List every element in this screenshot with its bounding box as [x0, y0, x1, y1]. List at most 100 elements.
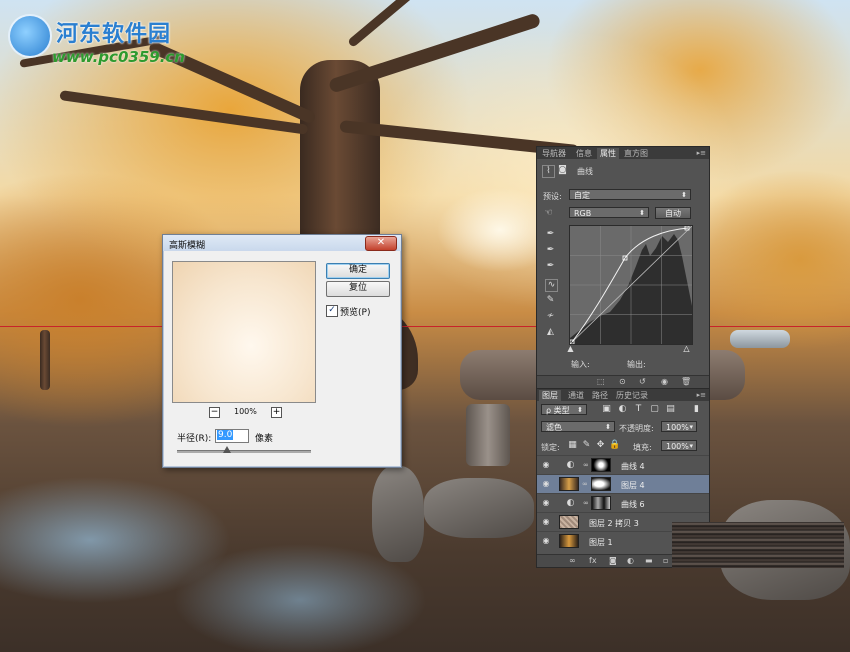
chain-link-icon[interactable]: ∞ [583, 499, 589, 507]
blend-mode-dropdown[interactable]: 滤色 ⬍ [541, 421, 615, 432]
radius-label: 半径(R): [177, 434, 212, 444]
output-label: 输出: [627, 360, 646, 369]
tab-properties[interactable]: 属性 [597, 148, 619, 159]
properties-tabbar: 导航器 信息 属性 直方图 ▸≡ [537, 147, 709, 159]
tab-channels[interactable]: 通道 [565, 390, 587, 401]
layer-style-icon[interactable]: fx [589, 556, 597, 565]
tab-history[interactable]: 历史记录 [613, 390, 651, 401]
mask-icon[interactable]: ◙ [557, 165, 568, 176]
layer-name[interactable]: 图层 4 [621, 480, 645, 491]
dialog-titlebar[interactable]: 高斯模糊 ✕ [163, 235, 401, 251]
layer-name[interactable]: 曲线 4 [621, 461, 645, 472]
white-eyedropper-icon[interactable]: ✒ [545, 261, 556, 272]
opacity-label: 不透明度: [619, 424, 654, 433]
panel-menu-icon[interactable]: ▸≡ [697, 149, 706, 157]
curve-point-tool-icon[interactable]: ∿ [545, 279, 558, 292]
chain-link-icon[interactable]: ∞ [582, 480, 588, 488]
radius-unit: 像素 [255, 434, 274, 444]
white-point-slider-icon[interactable]: △ [681, 343, 692, 354]
reset-button[interactable]: 复位 [326, 281, 390, 297]
layer-mask-thumbnail[interactable] [591, 477, 611, 491]
site-watermark: 河东软件园 www.pc0359.cn [6, 12, 216, 68]
gaussian-blur-dialog: 高斯模糊 ✕ − 100% + 确定 复位 ✓ 预览(P) 半径(R): 9.0… [162, 234, 402, 468]
watermark-logo-icon [8, 14, 52, 58]
new-layer-icon[interactable]: ▫ [663, 556, 668, 565]
filter-pixel-icon[interactable]: ▣ [601, 404, 612, 415]
visibility-eye-icon[interactable]: ◉ [661, 377, 668, 386]
small-tree-trunk [40, 330, 50, 390]
preview-checkbox[interactable]: ✓ [326, 305, 338, 317]
close-button[interactable]: ✕ [365, 236, 397, 251]
zoom-out-button[interactable]: − [209, 407, 220, 418]
filter-shape-icon[interactable]: ▢ [649, 404, 660, 415]
smooth-curve-icon[interactable]: ≁ [545, 311, 556, 322]
layer-filter-dropdown[interactable]: ρ 类型 ⬍ [541, 404, 587, 415]
radius-slider-handle[interactable] [223, 446, 231, 453]
blur-preview[interactable] [172, 261, 316, 403]
new-group-icon[interactable]: ▬ [645, 556, 653, 565]
layer-mask-thumbnail[interactable] [591, 496, 611, 510]
layer-row-curves-6[interactable]: ◉ ◐ ∞ 曲线 6 [537, 493, 709, 512]
chain-link-icon[interactable]: ∞ [583, 461, 589, 469]
fill-input[interactable]: 100% ▾ [661, 440, 697, 451]
lock-transparent-icon[interactable]: ▦ [567, 440, 578, 451]
layer-name[interactable]: 图层 2 拷贝 3 [589, 518, 639, 529]
gray-eyedropper-icon[interactable]: ✒ [545, 245, 556, 256]
visibility-eye-icon[interactable]: ◉ [540, 479, 552, 489]
radius-slider[interactable] [177, 450, 311, 453]
filter-adjustment-icon[interactable]: ◐ [617, 404, 628, 415]
curves-graph[interactable] [569, 225, 693, 345]
reset-icon[interactable]: ↺ [639, 377, 646, 386]
new-adjustment-icon[interactable]: ◐ [627, 556, 634, 565]
black-eyedropper-icon[interactable]: ✒ [545, 229, 556, 240]
watermark-url: www.pc0359.cn [52, 48, 185, 66]
tab-navigator[interactable]: 导航器 [539, 148, 569, 159]
channel-dropdown[interactable]: RGB ⬍ [569, 207, 649, 218]
layer-row-curves-4[interactable]: ◉ ◐ ∞ 曲线 4 [537, 455, 709, 474]
guide-line [0, 326, 850, 327]
auto-button[interactable]: 自动 [655, 207, 691, 219]
layer-mask-thumbnail[interactable] [591, 458, 611, 472]
chevron-down-icon: ▾ [689, 423, 693, 431]
filter-smart-icon[interactable]: ▤ [665, 404, 676, 415]
link-layers-icon[interactable]: ∞ [569, 556, 576, 565]
layer-name[interactable]: 图层 1 [589, 537, 613, 548]
layer-thumbnail[interactable] [559, 534, 579, 548]
add-mask-icon[interactable]: ◙ [609, 556, 617, 565]
view-previous-icon[interactable]: ⊙ [619, 377, 626, 386]
clip-to-layer-icon[interactable]: ⬚ [597, 377, 605, 386]
chevron-down-icon: ▾ [689, 442, 693, 450]
panel-menu-icon[interactable]: ▸≡ [697, 391, 706, 399]
opacity-input[interactable]: 100% ▾ [661, 421, 697, 432]
adjustment-title: 曲线 [577, 167, 593, 176]
zoom-in-button[interactable]: + [271, 407, 282, 418]
tab-histogram[interactable]: 直方图 [621, 148, 651, 159]
visibility-eye-icon[interactable]: ◉ [540, 498, 552, 508]
pencil-tool-icon[interactable]: ✎ [545, 295, 556, 306]
tab-paths[interactable]: 路径 [589, 390, 611, 401]
tab-layers[interactable]: 图层 [539, 390, 561, 401]
preset-dropdown[interactable]: 自定 ⬍ [569, 189, 691, 200]
filter-type-icon[interactable]: T [633, 404, 644, 415]
visibility-eye-icon[interactable]: ◉ [540, 460, 552, 470]
trash-icon[interactable]: 🗑 [681, 377, 691, 386]
curves-adjustment-icon: ◐ [566, 460, 575, 470]
curves-graph-svg [570, 226, 692, 344]
ok-button[interactable]: 确定 [326, 263, 390, 279]
visibility-eye-icon[interactable]: ◉ [540, 517, 552, 527]
layer-thumbnail[interactable] [559, 477, 579, 491]
lock-all-icon[interactable]: 🔒 [609, 440, 620, 451]
opacity-value: 100% [666, 423, 689, 432]
lock-move-icon[interactable]: ✥ [595, 440, 606, 451]
lock-paint-icon[interactable]: ✎ [581, 440, 592, 451]
radius-input[interactable]: 9.0 [215, 429, 249, 443]
clipping-warning-icon[interactable]: ◭ [545, 327, 556, 338]
black-point-slider-icon[interactable]: ▲ [565, 343, 576, 354]
filter-toggle-icon[interactable]: ▮ [691, 404, 702, 415]
layer-row-layer-4[interactable]: ◉ ∞ 图层 4 [537, 474, 709, 493]
visibility-eye-icon[interactable]: ◉ [540, 536, 552, 546]
tab-info[interactable]: 信息 [573, 148, 595, 159]
target-hand-icon[interactable]: ☜ [543, 208, 554, 219]
layer-thumbnail[interactable] [559, 515, 579, 529]
layer-name[interactable]: 曲线 6 [621, 499, 645, 510]
